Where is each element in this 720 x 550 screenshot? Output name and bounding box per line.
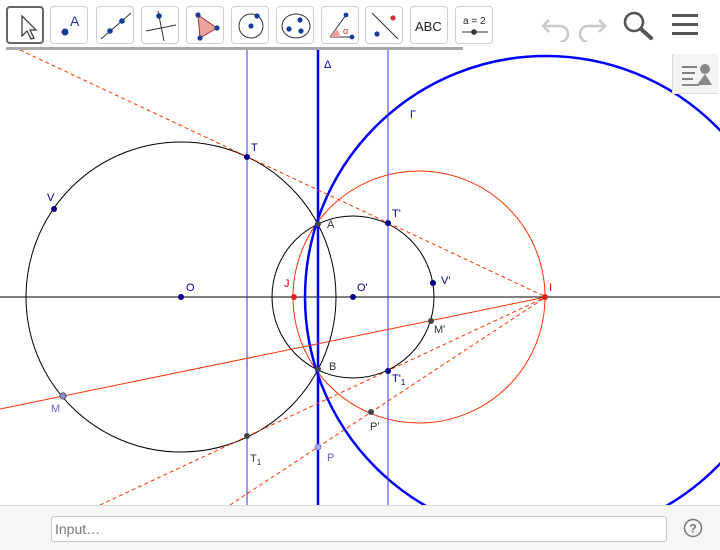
point-A[interactable] (315, 221, 321, 227)
conic-icon (281, 13, 311, 39)
label-Gamma: Γ (410, 109, 416, 121)
hamburger-menu-icon (672, 14, 698, 35)
polygon-icon (195, 12, 220, 41)
geometry-construction[interactable]: Δ Γ T T' V V' A B O O' J I M M' T1 T'1 P… (0, 50, 720, 505)
main-menu-button[interactable] (668, 8, 704, 42)
slider-tool-label: a = 2 (463, 16, 486, 27)
move-tool-button[interactable] (6, 6, 44, 44)
text-icon: ABC (415, 19, 442, 34)
angle-icon: α (329, 12, 355, 40)
undo-button[interactable] (538, 8, 574, 44)
graphics-view[interactable]: Δ Γ T T' V V' A B O O' J I M M' T1 T'1 P… (0, 50, 720, 505)
help-icon[interactable]: ? (683, 518, 703, 538)
circle-center-point-tool-button[interactable] (231, 6, 269, 44)
label-V: V (47, 192, 55, 204)
point-V[interactable] (51, 206, 57, 212)
point-T1[interactable] (244, 433, 250, 439)
point-T[interactable] (244, 154, 250, 160)
toolbar: A α ABC a = 2 (0, 0, 720, 51)
algebra-view-icon (682, 64, 712, 86)
label-M-prime: M' (434, 324, 445, 336)
label-P-prime: P' (370, 421, 379, 433)
label-Delta: Δ (324, 59, 332, 71)
move-cursor-icon (21, 14, 38, 40)
label-T1: T1 (250, 453, 262, 467)
label-P: P (327, 452, 334, 464)
perpendicular-line-icon (145, 10, 177, 42)
point-T-prime[interactable] (385, 220, 391, 226)
point-icon: A (61, 13, 80, 36)
point-O-prime[interactable] (350, 294, 356, 300)
label-T-prime: T' (392, 208, 401, 220)
point-M[interactable] (59, 392, 67, 400)
point-V-prime[interactable] (430, 280, 436, 286)
line-M-I[interactable] (0, 296, 547, 410)
angle-tool-label: α (343, 26, 348, 36)
point-tool-label: A (70, 13, 80, 29)
point-I[interactable] (542, 294, 548, 300)
label-A: A (327, 219, 335, 231)
redo-icon (578, 19, 607, 44)
angle-tool-button[interactable]: α (321, 6, 359, 44)
search-icon (623, 11, 653, 40)
slider-tool-button[interactable]: a = 2 (455, 6, 493, 44)
point-O[interactable] (178, 294, 184, 300)
text-tool-button[interactable]: ABC (410, 6, 448, 44)
reflect-tool-button[interactable] (365, 6, 403, 44)
line-icon (100, 12, 132, 40)
reflect-icon (371, 12, 399, 40)
label-I: I (549, 282, 552, 294)
search-button[interactable] (620, 8, 656, 42)
point-T1-prime[interactable] (385, 368, 391, 374)
algebra-view-toggle-button[interactable] (672, 54, 718, 94)
input-field[interactable] (51, 516, 667, 542)
svg-text:?: ? (689, 522, 696, 536)
circle-icon (238, 13, 264, 39)
point-P-prime[interactable] (368, 409, 374, 415)
label-M: M (51, 403, 60, 415)
label-B: B (329, 361, 336, 373)
point-J[interactable] (291, 294, 297, 300)
conic-tool-button[interactable] (276, 6, 314, 44)
line-tool-button[interactable] (96, 6, 134, 44)
undo-icon (541, 19, 570, 44)
input-bar: ? (0, 505, 720, 550)
dashed-line-T1-I[interactable] (99, 296, 547, 505)
slider-icon: a = 2 (462, 16, 488, 35)
label-O: O (186, 282, 195, 294)
label-T1-prime: T'1 (392, 373, 406, 387)
label-V-prime: V' (441, 275, 450, 287)
label-O-prime: O' (357, 282, 368, 294)
point-B[interactable] (315, 366, 321, 372)
redo-button[interactable] (574, 8, 610, 44)
point-tool-button[interactable]: A (50, 6, 88, 44)
label-J: J (284, 278, 290, 290)
dashed-line-T-I[interactable] (19, 50, 547, 298)
polygon-tool-button[interactable] (186, 6, 224, 44)
label-T: T (251, 142, 258, 154)
circle-Gamma[interactable] (303, 54, 720, 505)
point-P[interactable] (314, 443, 322, 451)
text-tool-label: ABC (415, 19, 442, 34)
perpendicular-line-tool-button[interactable] (141, 6, 179, 44)
